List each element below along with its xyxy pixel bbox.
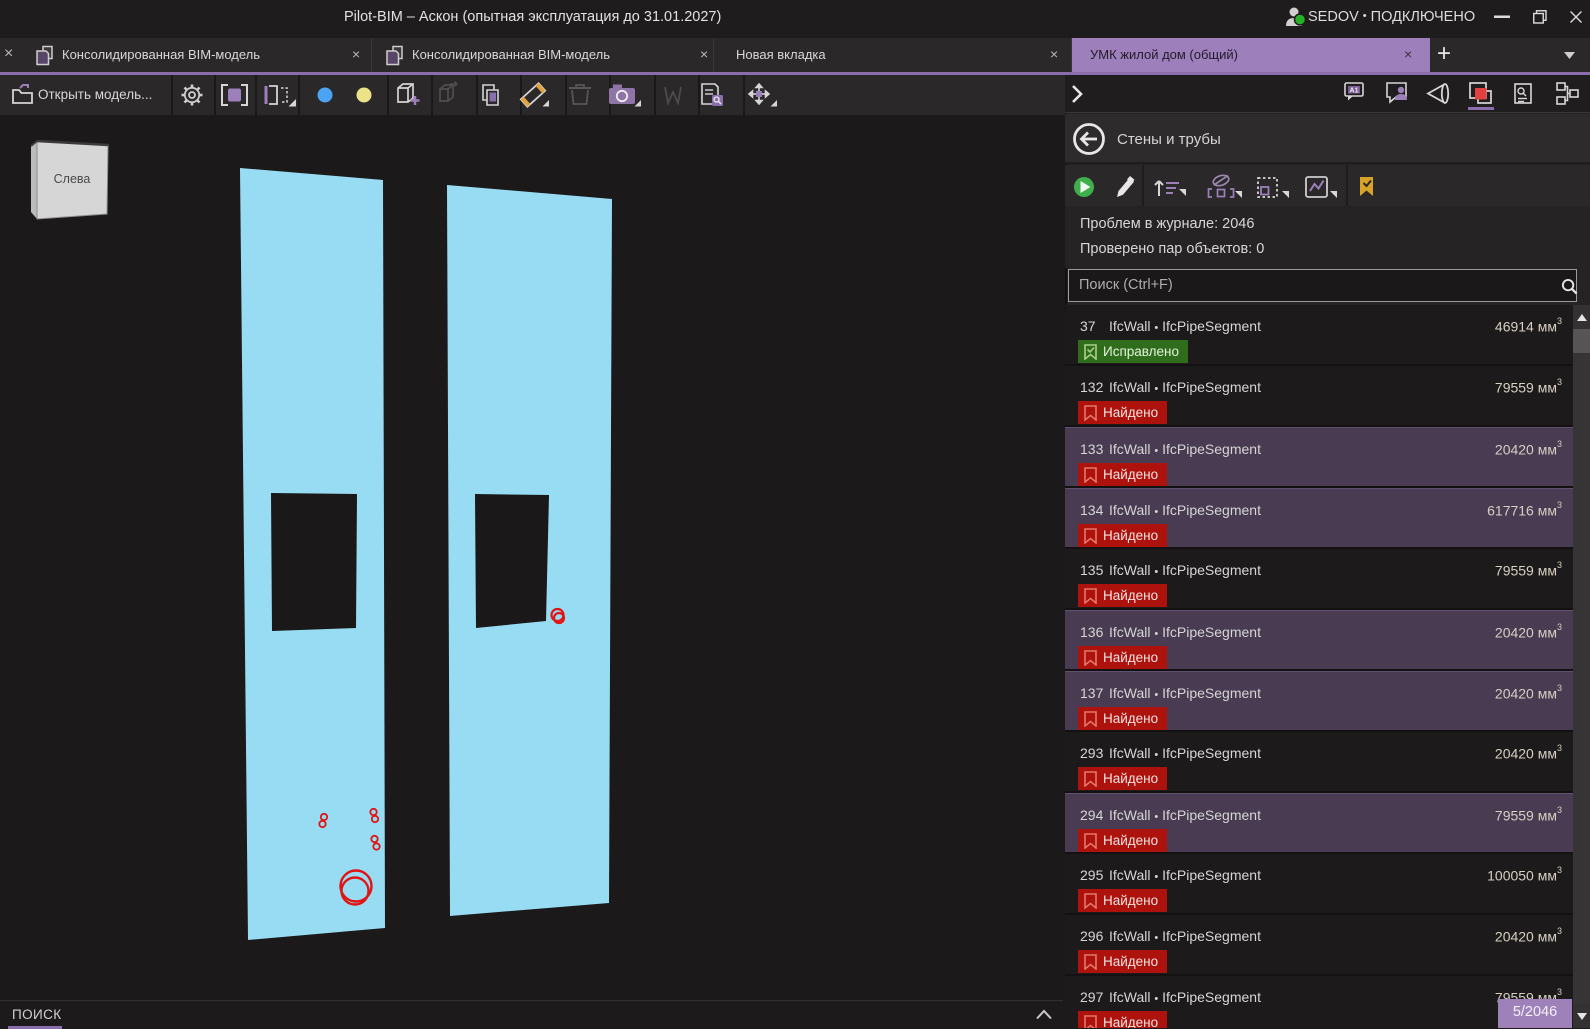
- svg-text:A1: A1: [1350, 88, 1359, 95]
- svg-text:Слева: Слева: [54, 172, 91, 186]
